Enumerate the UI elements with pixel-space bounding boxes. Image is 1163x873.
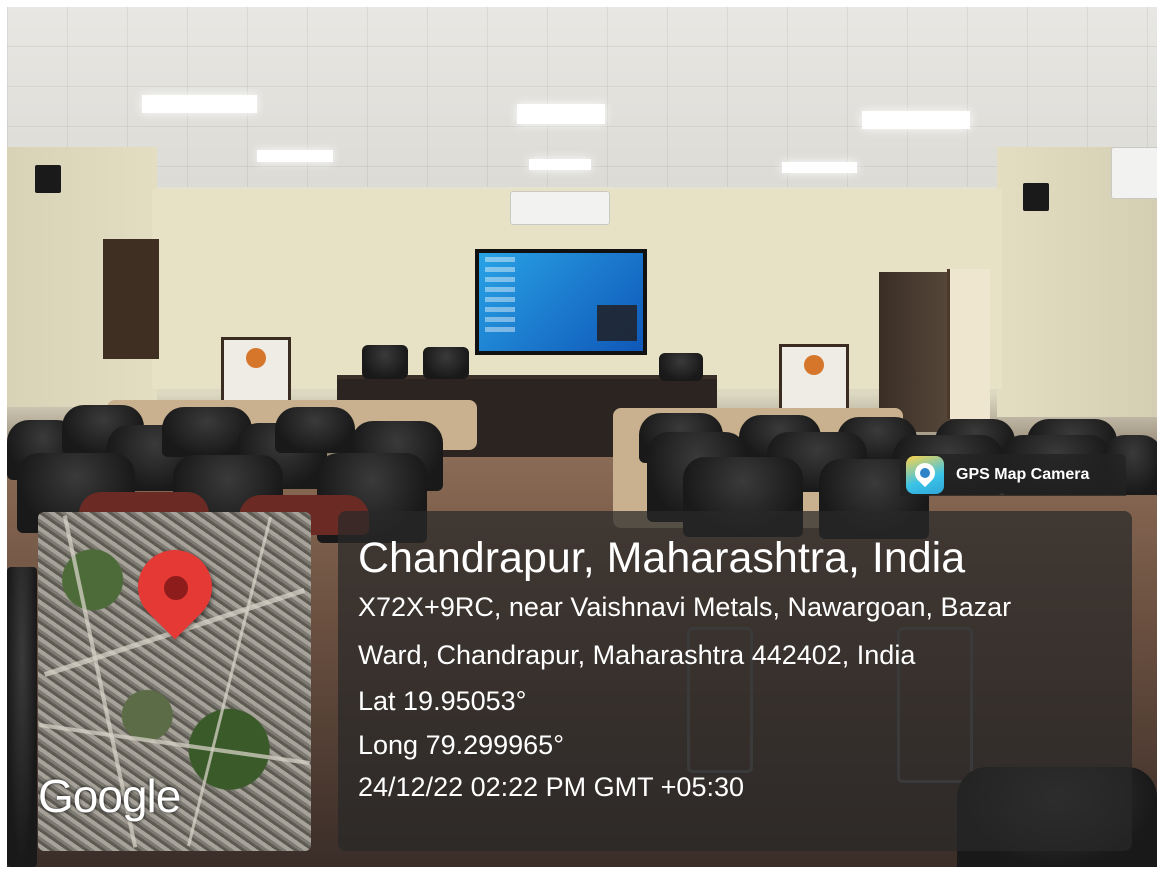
- ceiling-light: [782, 162, 857, 173]
- wall-speaker: [35, 165, 61, 193]
- audience-chair: [7, 567, 37, 867]
- stage-chair: [362, 345, 408, 379]
- air-conditioner: [1111, 147, 1157, 199]
- air-conditioner: [510, 191, 610, 225]
- gps-map-camera-app-icon: [906, 456, 944, 494]
- datetime-text: 24/12/22 02:22 PM GMT +05:30: [358, 772, 745, 802]
- stage-chair: [659, 353, 703, 381]
- gps-map-camera-label: GPS Map Camera: [956, 466, 1090, 483]
- audience-chair: [275, 407, 355, 453]
- location-title: Chandrapur, Maharashtra, India: [358, 534, 966, 582]
- display-screen: [475, 249, 647, 355]
- ceiling-light: [142, 95, 257, 113]
- latitude-text: Lat 19.95053°: [358, 686, 527, 716]
- podium-emblem: [246, 348, 266, 368]
- podium-left: [221, 337, 291, 405]
- podium-right: [779, 344, 849, 412]
- map-road: [39, 723, 310, 765]
- address-line-1: X72X+9RC, near Vaishnavi Metals, Nawargo…: [358, 592, 1012, 622]
- stage-chair: [423, 347, 469, 379]
- open-doorway: [947, 269, 990, 419]
- map-pin-center: [164, 576, 188, 600]
- address-line-2: Ward, Chandrapur, Maharashtra 442402, In…: [358, 640, 916, 670]
- wall-speaker: [1023, 183, 1049, 211]
- map-thumbnail: Google: [38, 512, 311, 851]
- longitude-text: Long 79.299965°: [358, 730, 564, 760]
- google-attribution: Google: [38, 770, 181, 822]
- desktop-popup: [597, 305, 637, 341]
- ceiling-light: [257, 150, 333, 162]
- ceiling-light: [862, 111, 970, 129]
- podium-emblem: [804, 355, 824, 375]
- desktop-icons: [485, 257, 515, 337]
- ceiling-light: [517, 104, 605, 124]
- display-screen-content: [479, 253, 643, 351]
- gps-map-camera-badge: GPS Map Camera: [900, 454, 1126, 496]
- left-door: [103, 239, 159, 359]
- ceiling-light: [529, 159, 591, 170]
